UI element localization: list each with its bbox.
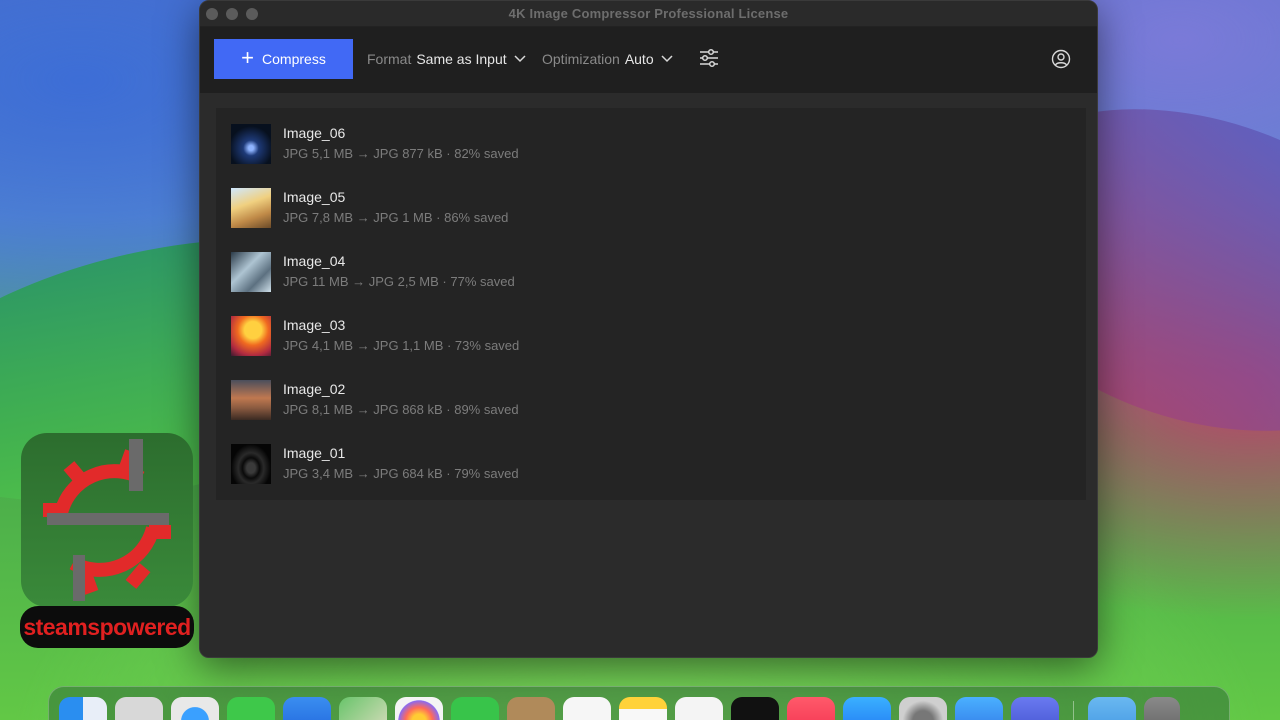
image-thumbnail: [231, 124, 271, 164]
image-thumbnail: [231, 252, 271, 292]
list-item[interactable]: Image_03 JPG 4,1 MB → JPG 1,1 MB · 73% s…: [216, 304, 1086, 368]
other-app-icon[interactable]: [1011, 697, 1059, 720]
gear-logo-icon: [43, 439, 171, 601]
file-info: JPG 11 MB → JPG 2,5 MB · 77% saved: [283, 274, 515, 289]
photos-icon[interactable]: [395, 697, 443, 720]
safari-icon[interactable]: [171, 697, 219, 720]
optimization-label: Optimization: [542, 51, 620, 67]
finder-icon[interactable]: [59, 697, 107, 720]
image-thumbnail: [231, 316, 271, 356]
compress-button[interactable]: + Compress: [214, 39, 353, 79]
list-item[interactable]: Image_06 JPG 5,1 MB → JPG 877 kB · 82% s…: [216, 112, 1086, 176]
dock-separator: [1073, 701, 1074, 720]
sliders-settings-icon[interactable]: [697, 46, 721, 70]
list-item[interactable]: Image_05 JPG 7,8 MB → JPG 1 MB · 86% sav…: [216, 176, 1086, 240]
file-name: Image_02: [283, 381, 346, 397]
optimization-value: Auto: [624, 51, 654, 67]
plus-icon: +: [241, 45, 255, 70]
compress-button-label: Compress: [262, 51, 326, 67]
file-info: JPG 8,1 MB → JPG 868 kB · 89% saved: [283, 402, 519, 417]
file-info: JPG 3,4 MB → JPG 684 kB · 79% saved: [283, 466, 519, 481]
chevron-down-icon: [661, 55, 673, 63]
toolbar: + Compress Format Same as Input Optimiza…: [200, 27, 1097, 93]
file-info: JPG 4,1 MB → JPG 1,1 MB · 73% saved: [283, 338, 520, 353]
downloads-folder-icon[interactable]: [1088, 697, 1136, 720]
title-bar: 4K Image Compressor Professional License: [200, 1, 1097, 27]
image-thumbnail: [231, 444, 271, 484]
file-list: Image_06 JPG 5,1 MB → JPG 877 kB · 82% s…: [216, 108, 1086, 500]
image-thumbnail: [231, 188, 271, 228]
format-dropdown[interactable]: Format Same as Input: [367, 51, 526, 67]
maps-icon[interactable]: [339, 697, 387, 720]
file-name: Image_03: [283, 317, 346, 333]
file-name: Image_04: [283, 253, 346, 269]
file-name: Image_06: [283, 125, 346, 141]
appletv-icon[interactable]: [731, 697, 779, 720]
facetime-icon[interactable]: [451, 697, 499, 720]
file-name: Image_05: [283, 189, 346, 205]
4k-app-icon[interactable]: [955, 697, 1003, 720]
file-info: JPG 7,8 MB → JPG 1 MB · 86% saved: [283, 210, 509, 225]
mail-icon[interactable]: [283, 697, 331, 720]
optimization-dropdown[interactable]: Optimization Auto: [542, 51, 673, 67]
format-label: Format: [367, 51, 412, 67]
music-icon[interactable]: [787, 697, 835, 720]
trash-icon[interactable]: [1144, 697, 1180, 720]
file-info: JPG 5,1 MB → JPG 877 kB · 82% saved: [283, 146, 519, 161]
contacts-icon[interactable]: [507, 697, 555, 720]
list-item[interactable]: Image_02 JPG 8,1 MB → JPG 868 kB · 89% s…: [216, 368, 1086, 432]
appstore-icon[interactable]: [843, 697, 891, 720]
launchpad-icon[interactable]: [115, 697, 163, 720]
notes-icon[interactable]: [619, 697, 667, 720]
file-name: Image_01: [283, 445, 346, 461]
image-thumbnail: [231, 380, 271, 420]
watermark-logo: [21, 433, 193, 607]
messages-icon[interactable]: [227, 697, 275, 720]
freeform-icon[interactable]: [675, 697, 723, 720]
chevron-down-icon: [514, 55, 526, 63]
dock: [48, 686, 1230, 720]
watermark-text: steamspowered: [20, 606, 194, 648]
account-icon[interactable]: [1050, 48, 1072, 70]
list-item[interactable]: Image_04 JPG 11 MB → JPG 2,5 MB · 77% sa…: [216, 240, 1086, 304]
format-value: Same as Input: [416, 51, 507, 67]
system-settings-icon[interactable]: [899, 697, 947, 720]
list-item[interactable]: Image_01 JPG 3,4 MB → JPG 684 kB · 79% s…: [216, 432, 1086, 496]
app-window: 4K Image Compressor Professional License…: [199, 0, 1098, 658]
reminders-icon[interactable]: [563, 697, 611, 720]
content-area: Image_06 JPG 5,1 MB → JPG 877 kB · 82% s…: [200, 94, 1097, 657]
window-title: 4K Image Compressor Professional License: [508, 6, 789, 21]
